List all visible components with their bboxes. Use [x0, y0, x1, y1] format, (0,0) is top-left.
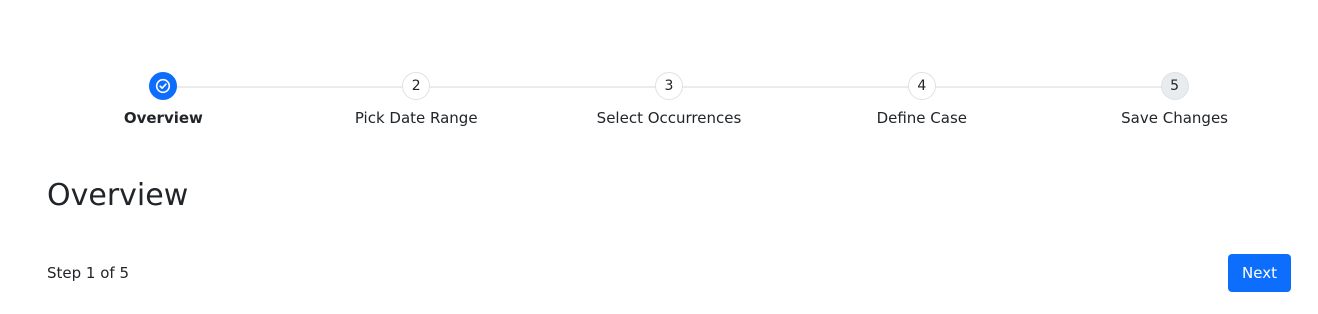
step-label-define-case: Define Case [876, 109, 968, 127]
wizard-footer: Step 1 of 5 Next [47, 254, 1291, 292]
next-button[interactable]: Next [1228, 254, 1291, 292]
step-number-save-changes: 5 [1160, 72, 1189, 100]
step-overview[interactable]: Overview [37, 72, 290, 136]
check-circle-icon [156, 78, 171, 94]
step-pick-date-range[interactable]: 2 Pick Date Range [290, 72, 543, 136]
step-label-overview: Overview [123, 109, 203, 127]
step-save-changes[interactable]: 5 Save Changes [1048, 72, 1301, 136]
step-number-define-case: 4 [907, 72, 936, 100]
step-define-case[interactable]: 4 Define Case [795, 72, 1048, 136]
step-number-select-occurrences: 3 [654, 72, 683, 100]
step-counter: Step 1 of 5 [47, 264, 130, 282]
stepper-steps: Overview 2 Pick Date Range 3 Select Occu… [37, 72, 1301, 136]
step-select-occurrences[interactable]: 3 Select Occurrences [543, 72, 796, 136]
page-title: Overview [47, 178, 189, 213]
step-label-pick-date-range: Pick Date Range [354, 109, 478, 127]
step-label-select-occurrences: Select Occurrences [596, 109, 742, 127]
wizard-stepper: Overview 2 Pick Date Range 3 Select Occu… [37, 72, 1301, 136]
step-marker-overview [149, 72, 178, 100]
step-label-save-changes: Save Changes [1121, 109, 1228, 127]
step-number-pick-date-range: 2 [402, 72, 431, 100]
